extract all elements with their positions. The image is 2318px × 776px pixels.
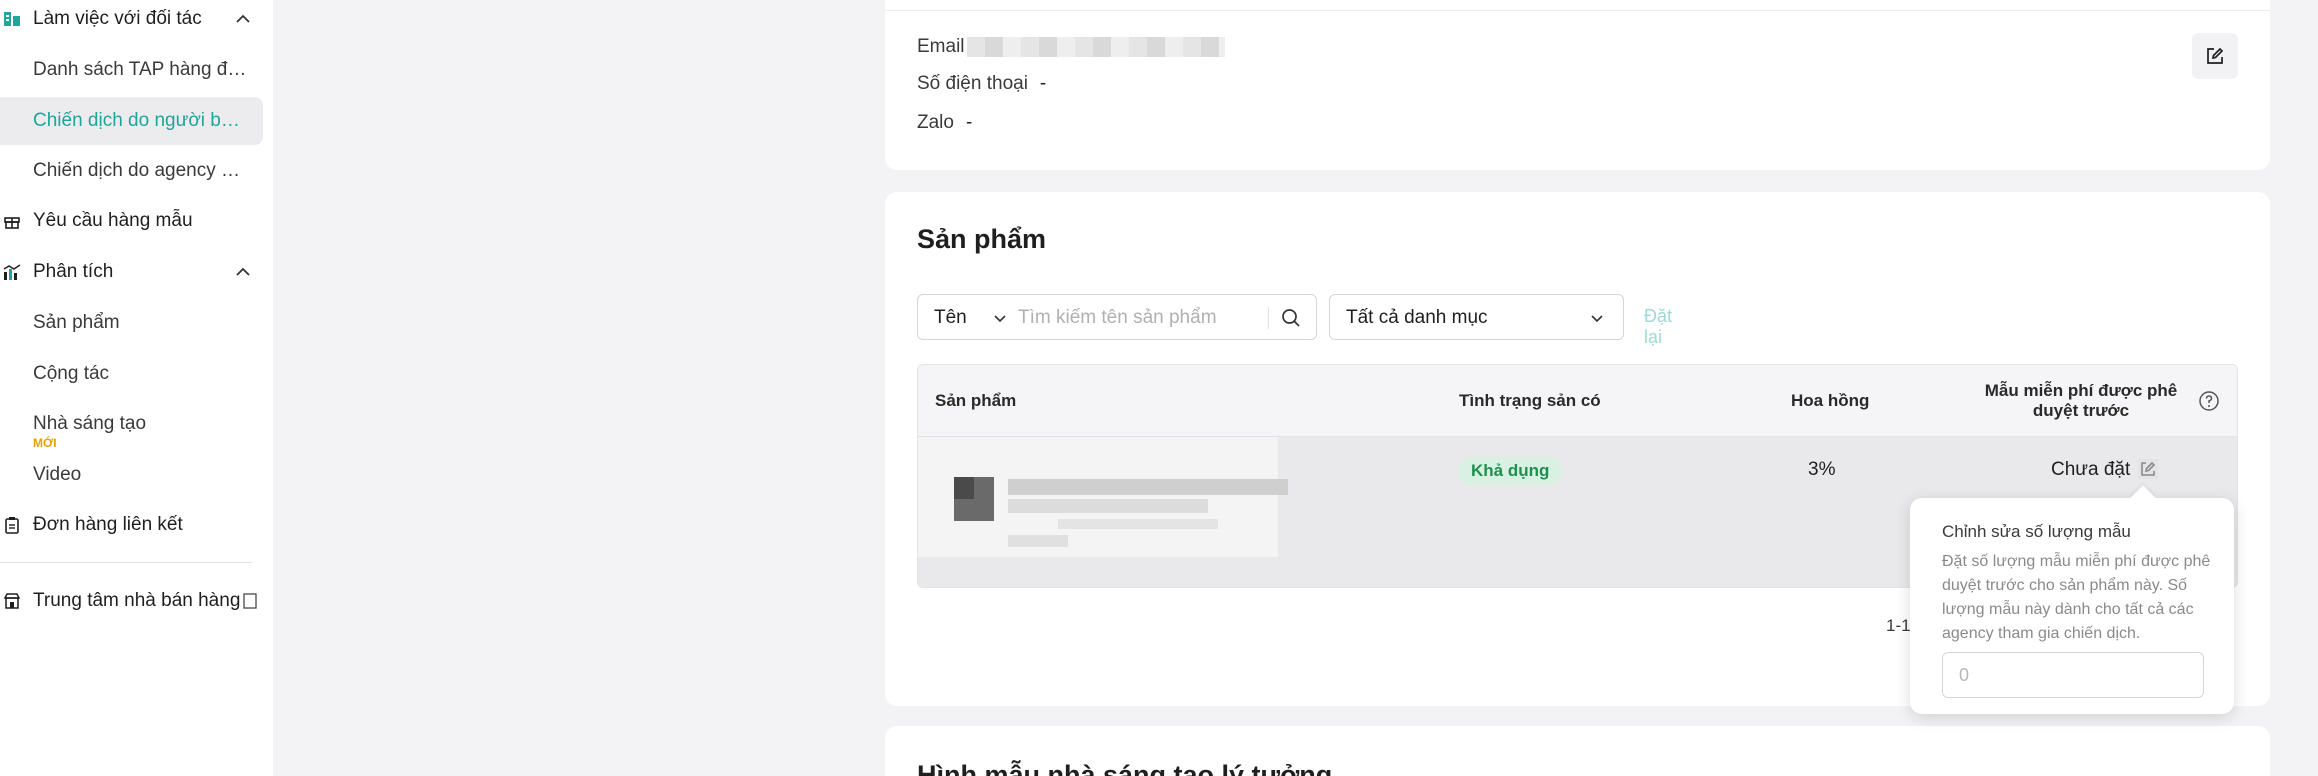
sidebar-item-label: Sản phẩm <box>33 312 120 333</box>
sidebar-item-label: Video <box>33 464 82 485</box>
creator-card: Hình mẫu nhà sáng tạo lý tưởng <box>885 726 2270 776</box>
sample-quantity-input[interactable] <box>1942 652 2204 698</box>
search-type-select[interactable]: Tên <box>934 307 967 329</box>
sidebar-item-label: Danh sách TAP hàng đầu <box>33 59 248 80</box>
reset-button[interactable]: Đặt lại <box>1644 306 1672 348</box>
zalo-value: - <box>965 112 973 133</box>
nav-group-label: Đơn hàng liên kết <box>33 514 183 535</box>
product-search: Tên <box>917 294 1317 340</box>
nav-group-partners[interactable]: Làm việc với đối tác <box>0 0 263 43</box>
column-header-free-samples: Mẫu miễn phí được phê duyệt trước <box>1984 381 2178 420</box>
chevron-down-icon <box>1591 315 1603 323</box>
divider <box>1268 307 1269 329</box>
section-title: Hình mẫu nhà sáng tạo lý tưởng <box>917 760 1333 776</box>
partner-icon <box>0 7 24 31</box>
popover-title: Chỉnh sửa số lượng mẫu <box>1942 522 2131 541</box>
store-icon <box>0 589 24 613</box>
zalo-label: Zalo <box>917 112 954 133</box>
new-badge: MỚI <box>33 436 57 450</box>
table-header: Sản phẩm Tình trạng sản có Hoa hồng Mẫu … <box>918 365 2237 437</box>
zalo-row: Zalo - <box>917 112 972 134</box>
sidebar-item-analytics-products[interactable]: Sản phẩm <box>0 299 263 347</box>
help-icon[interactable] <box>2198 390 2220 412</box>
email-value-redacted <box>966 37 1225 57</box>
edit-icon[interactable] <box>2136 457 2160 481</box>
analytics-icon <box>0 260 24 284</box>
nav-group-label: Làm việc với đối tác <box>33 8 202 29</box>
column-header-commission: Hoa hồng <box>1791 391 1870 410</box>
section-title: Sản phẩm <box>917 224 1047 254</box>
clipboard-icon <box>0 513 24 537</box>
chevron-up-icon <box>236 14 250 23</box>
gift-icon <box>0 209 24 233</box>
status-badge: Khả dụng <box>1458 457 1563 485</box>
nav-group-analytics[interactable]: Phân tích <box>0 248 263 296</box>
sidebar-item-label: Chiến dịch do người bán tạo <box>33 110 248 131</box>
commission-value: 3% <box>1808 459 1836 480</box>
search-input[interactable] <box>1018 303 1268 333</box>
free-sample-value: Chưa đặt <box>2051 459 2131 480</box>
email-row: Email <box>917 36 1225 58</box>
sidebar-item-label: Chiến dịch do agency khởi tạo <box>33 160 248 181</box>
chevron-down-icon[interactable] <box>990 308 1010 328</box>
divider <box>885 10 2270 11</box>
category-select[interactable]: Tất cả danh mục <box>1329 294 1624 340</box>
sidebar: Làm việc với đối tác Danh sách TAP hàng … <box>0 0 273 776</box>
sidebar-item-label: Nhà sáng tạo <box>33 413 147 434</box>
nav-group-label: Yêu cầu hàng mẫu <box>33 210 193 231</box>
phone-row: Số điện thoại - <box>917 73 1046 95</box>
sidebar-item-label: Cộng tác <box>33 363 110 384</box>
phone-label: Số điện thoại <box>917 73 1028 94</box>
edit-sample-popover: Chỉnh sửa số lượng mẫu Đặt số lượng mẫu … <box>1910 485 2234 714</box>
column-header-product: Sản phẩm <box>935 391 1017 410</box>
sidebar-item-collaboration[interactable]: Cộng tác <box>0 350 263 398</box>
nav-group-label: Trung tâm nhà bán hàng <box>33 590 241 611</box>
sidebar-divider <box>0 562 252 563</box>
sidebar-item-top-tap[interactable]: Danh sách TAP hàng đầu <box>0 46 263 94</box>
contact-card: Email Số điện thoại - Zalo - <box>885 0 2270 170</box>
email-label: Email <box>917 36 965 57</box>
phone-value: - <box>1039 73 1047 94</box>
chevron-up-icon <box>236 267 250 276</box>
nav-group-samples[interactable]: Yêu cầu hàng mẫu <box>0 197 263 245</box>
edit-icon <box>2207 47 2224 64</box>
search-icon[interactable] <box>1280 307 1302 329</box>
popover-description: Đặt số lượng mẫu miễn phí được phê duyệt… <box>1942 553 2211 642</box>
sidebar-item-agency-campaigns[interactable]: Chiến dịch do agency khởi tạo <box>0 147 263 195</box>
external-link-icon <box>243 593 257 609</box>
nav-group-seller-center[interactable]: Trung tâm nhà bán hàng <box>0 577 263 625</box>
edit-contact-button[interactable] <box>2192 33 2238 79</box>
nav-group-label: Phân tích <box>33 261 114 282</box>
product-info-redacted <box>918 437 1288 557</box>
sidebar-item-seller-campaigns[interactable]: Chiến dịch do người bán tạo <box>0 97 263 145</box>
nav-group-orders[interactable]: Đơn hàng liên kết <box>0 501 263 549</box>
sidebar-item-video[interactable]: Video <box>0 451 263 499</box>
column-header-availability: Tình trạng sản có <box>1459 391 1601 410</box>
category-select-value: Tất cả danh mục <box>1346 307 1488 328</box>
